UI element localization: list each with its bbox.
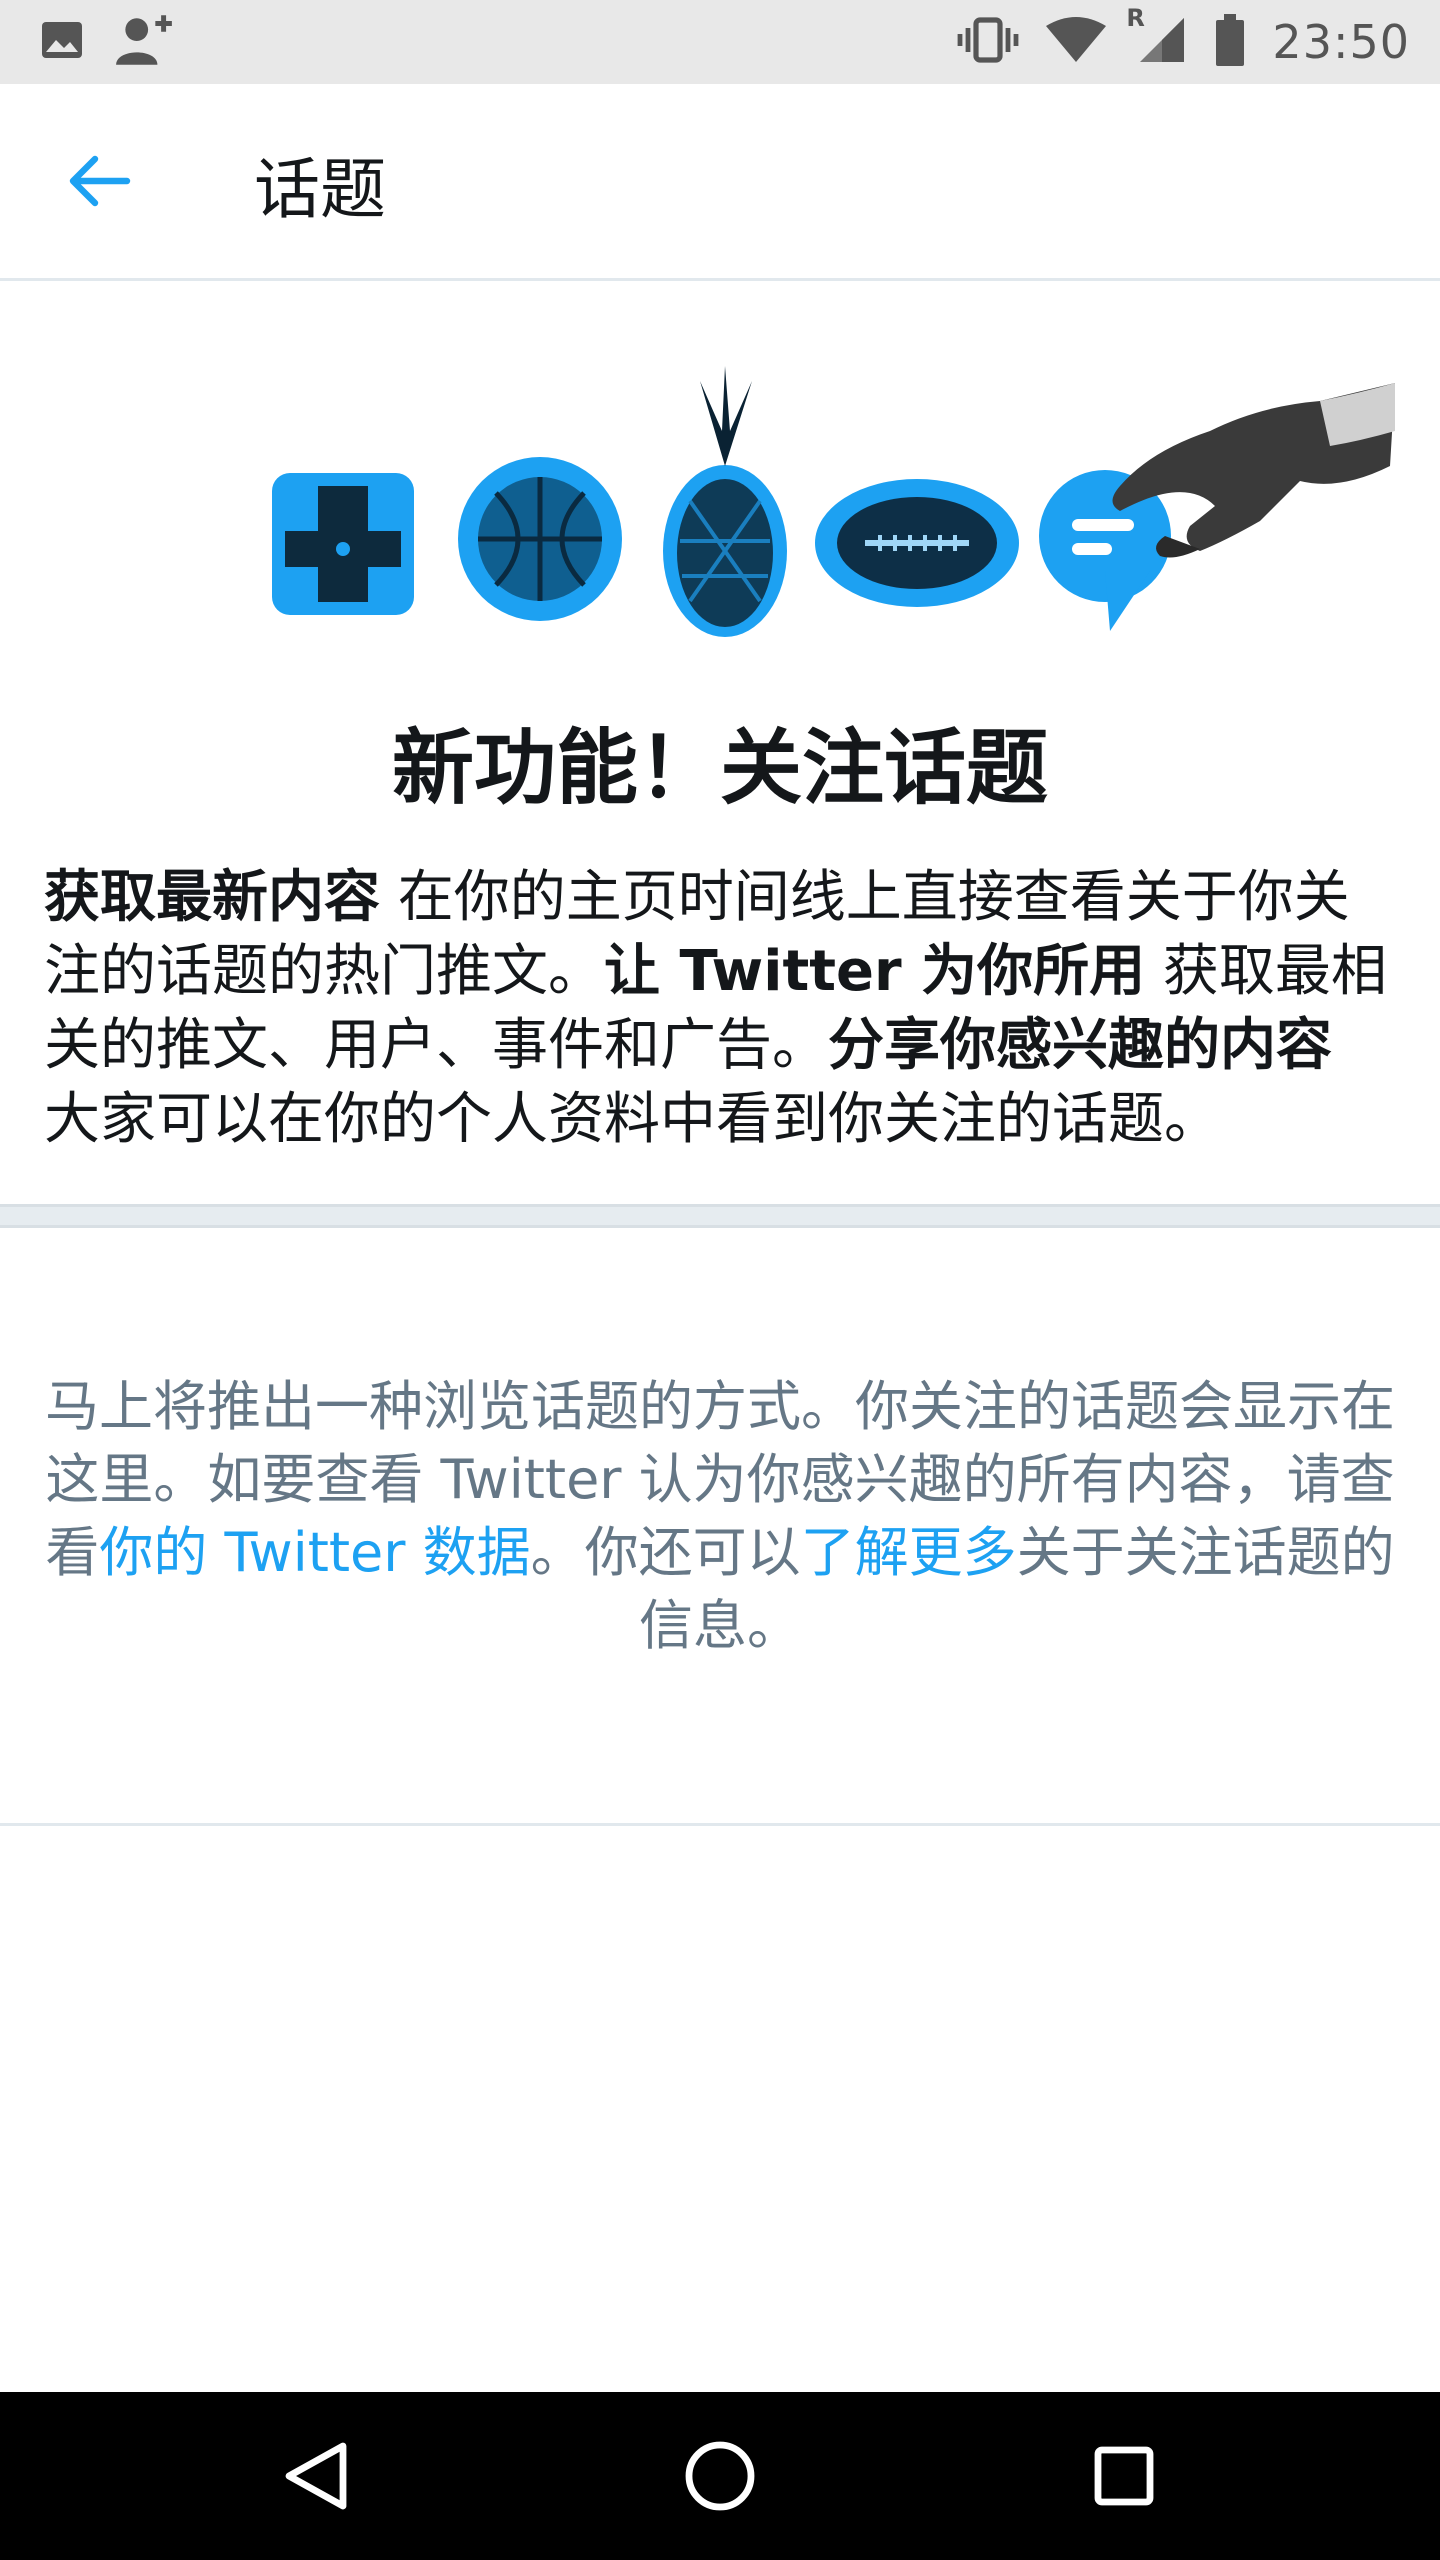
home-circle-icon (685, 2441, 755, 2511)
empty-state-message: 马上将推出一种浏览话题的方式。你关注的话题会显示在这里。如要查看 Twitter… (40, 1370, 1400, 1662)
basketball-icon (458, 457, 622, 621)
battery-icon (1214, 14, 1246, 70)
feature-heading-personalize: 让 Twitter 为你所用 (604, 939, 1146, 1004)
nav-home-button[interactable] (670, 2426, 770, 2526)
football-icon (815, 479, 1019, 607)
divider (0, 1823, 1440, 1826)
feature-heading-latest: 获取最新内容 (44, 865, 380, 930)
signal-icon: R (1126, 4, 1188, 70)
system-nav-bar (0, 2392, 1440, 2560)
learn-more-link[interactable]: 了解更多 (801, 1521, 1017, 1584)
status-bar: R 23:50 (0, 0, 1440, 84)
add-person-icon (114, 12, 176, 72)
screen: R 23:50 话题 新功能！关注话题 获取最新内容 在你的主页时间线上直接查看… (0, 0, 1440, 2560)
toolbar: 话题 (0, 84, 1440, 281)
feature-text-share: 大家可以在你的个人资料中看到你关注的话题。 (44, 1087, 1220, 1152)
image-icon (38, 16, 86, 68)
recents-square-icon (1094, 2446, 1154, 2506)
section-divider (0, 1204, 1440, 1228)
hero-description: 获取最新内容 在你的主页时间线上直接查看关于你关注的话题的热门推文。让 Twit… (44, 861, 1404, 1157)
your-twitter-data-link[interactable]: 你的 Twitter 数据 (99, 1521, 530, 1584)
roaming-label: R (1126, 4, 1145, 32)
hero-title: 新功能！关注话题 (391, 721, 1048, 816)
arrow-left-icon (69, 155, 131, 207)
vibrate-icon (956, 15, 1020, 69)
empty-state-text-2: 。你还可以 (530, 1521, 801, 1584)
gamepad-icon (272, 473, 414, 615)
pineapple-icon (663, 366, 787, 637)
page-title: 话题 (254, 151, 386, 228)
back-button[interactable] (56, 138, 142, 224)
clock: 23:50 (1272, 15, 1410, 69)
nav-back-button[interactable] (266, 2426, 366, 2526)
feature-heading-share: 分享你感兴趣的内容 (828, 1013, 1332, 1078)
nav-recents-button[interactable] (1074, 2426, 1174, 2526)
topics-illustration (272, 366, 1395, 637)
topics-intro: 新功能！关注话题 获取最新内容 在你的主页时间线上直接查看关于你关注的话题的热门… (0, 281, 1440, 1201)
back-triangle-icon (285, 2442, 347, 2510)
wifi-icon (1046, 16, 1107, 68)
